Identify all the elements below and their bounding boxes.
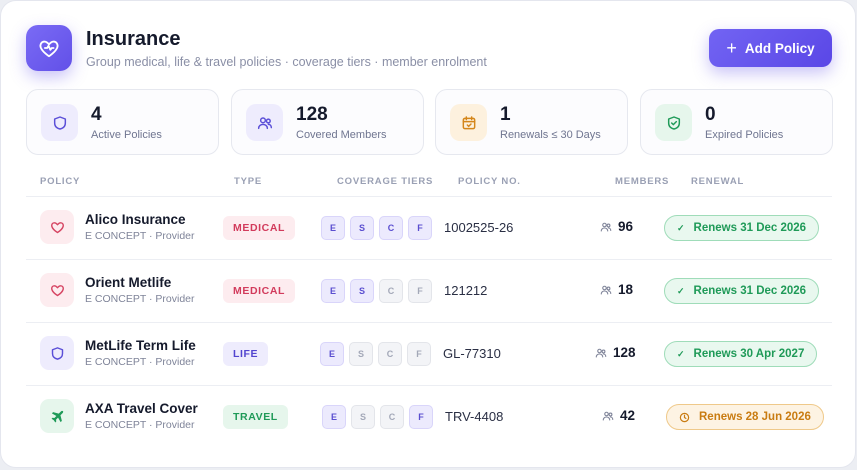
renewal-text: Renews 28 Jun 2026 — [699, 411, 811, 423]
members-value: 42 — [620, 408, 636, 423]
plus-icon: + — [726, 38, 737, 58]
tier-badge: S — [350, 216, 374, 240]
coverage-tiers: E S C F — [320, 342, 431, 366]
tier-badge: F — [409, 405, 433, 429]
tier-badge: C — [379, 216, 403, 240]
page-subtitle: Group medical, life & travel policies · … — [86, 55, 487, 69]
stat-expired-policies: 0 Expired Policies — [640, 89, 833, 155]
coverage-tiers: E S C F — [321, 279, 432, 303]
stat-label: Renewals ≤ 30 Days — [500, 129, 601, 141]
stat-value: 0 — [705, 104, 716, 125]
policy-number: 1002525-26 — [444, 220, 514, 235]
heart-icon — [40, 210, 74, 244]
tier-badge: S — [350, 279, 374, 303]
users-icon — [600, 285, 612, 295]
members-value: 18 — [618, 282, 634, 297]
column-header-members: MEMBERS — [615, 176, 670, 187]
type-badge: TRAVEL — [223, 405, 288, 429]
stat-value: 1 — [500, 104, 511, 125]
shield-check-icon — [655, 104, 692, 141]
policy-name: Orient Metlife — [85, 275, 172, 290]
policy-number: 121212 — [444, 283, 488, 298]
users-icon — [600, 222, 612, 232]
tier-badge: C — [380, 405, 404, 429]
tier-badge: E — [320, 342, 344, 366]
check-icon: ✓ — [677, 222, 685, 233]
renewal-badge: ✓ Renews 31 Dec 2026 — [664, 278, 820, 304]
policy-provider: E CONCEPT · Provider — [85, 293, 195, 305]
column-header-coverage-tiers: COVERAGE TIERS — [337, 176, 434, 187]
policy-provider: E CONCEPT · Provider — [85, 230, 195, 242]
check-icon: ✓ — [677, 285, 685, 296]
policy-name: MetLife Term Life — [85, 338, 196, 353]
column-header-policy: POLICY — [40, 176, 81, 187]
coverage-tiers: E S C F — [322, 405, 433, 429]
shield-icon — [40, 336, 74, 370]
stat-label: Active Policies — [91, 129, 162, 141]
members-count: 96 — [600, 219, 633, 234]
coverage-tiers: E S C F — [321, 216, 432, 240]
table-row[interactable]: Orient Metlife E CONCEPT · Provider MEDI… — [26, 260, 832, 323]
add-policy-label: Add Policy — [744, 40, 815, 56]
policy-name: Alico Insurance — [85, 212, 186, 227]
shield-icon — [41, 104, 78, 141]
page-title: Insurance — [86, 28, 181, 50]
policy-number: TRV-4408 — [445, 409, 504, 424]
policy-number: GL-77310 — [443, 346, 501, 361]
tier-badge: C — [378, 342, 402, 366]
tier-badge: E — [321, 279, 345, 303]
column-header-policy-no: POLICY NO. — [458, 176, 521, 187]
table-row[interactable]: MetLife Term Life E CONCEPT · Provider L… — [26, 323, 832, 386]
users-icon — [595, 348, 607, 358]
members-value: 96 — [618, 219, 634, 234]
type-badge: MEDICAL — [223, 279, 296, 303]
clock-icon — [679, 412, 690, 422]
table-row[interactable]: AXA Travel Cover E CONCEPT · Provider TR… — [26, 386, 832, 449]
tier-badge: S — [349, 342, 373, 366]
renewal-badge: ✓ Renews 31 Dec 2026 — [664, 215, 820, 241]
tier-badge: F — [408, 279, 432, 303]
stat-label: Expired Policies — [705, 129, 784, 141]
renewal-text: Renews 31 Dec 2026 — [693, 285, 807, 297]
stat-active-policies: 4 Active Policies — [26, 89, 219, 155]
policy-provider: E CONCEPT · Provider — [85, 356, 195, 368]
check-icon: ✓ — [677, 348, 685, 359]
renewal-badge: ✓ Renews 30 Apr 2027 — [664, 341, 818, 367]
heart-shield-icon — [26, 25, 72, 71]
renewal-text: Renews 30 Apr 2027 — [693, 348, 805, 360]
insurance-card: Insurance Group medical, life & travel p… — [0, 0, 856, 468]
stat-value: 128 — [296, 104, 328, 125]
renewal-badge: Renews 28 Jun 2026 — [666, 404, 824, 430]
heart-icon — [40, 273, 74, 307]
stat-value: 4 — [91, 104, 102, 125]
tier-badge: F — [407, 342, 431, 366]
policy-provider: E CONCEPT · Provider — [85, 419, 195, 431]
tier-badge: C — [379, 279, 403, 303]
column-header-renewal: RENEWAL — [691, 176, 745, 187]
policy-name: AXA Travel Cover — [85, 401, 198, 416]
users-icon — [246, 104, 283, 141]
stat-renewals: 1 Renewals ≤ 30 Days — [435, 89, 628, 155]
renewal-text: Renews 31 Dec 2026 — [693, 222, 807, 234]
members-count: 18 — [600, 282, 633, 297]
add-policy-button[interactable]: + Add Policy — [709, 29, 832, 67]
tier-badge: E — [321, 216, 345, 240]
tier-badge: F — [408, 216, 432, 240]
type-badge: MEDICAL — [223, 216, 296, 240]
users-icon — [602, 411, 614, 421]
column-header-type: TYPE — [234, 176, 263, 187]
members-count: 128 — [595, 345, 636, 360]
stat-label: Covered Members — [296, 129, 387, 141]
stat-covered-members: 128 Covered Members — [231, 89, 424, 155]
members-value: 128 — [613, 345, 636, 360]
table-row[interactable]: Alico Insurance E CONCEPT · Provider MED… — [26, 197, 832, 260]
members-count: 42 — [602, 408, 635, 423]
calendar-icon — [450, 104, 487, 141]
tier-badge: S — [351, 405, 375, 429]
tier-badge: E — [322, 405, 346, 429]
plane-icon — [40, 399, 74, 433]
type-badge: LIFE — [223, 342, 269, 366]
